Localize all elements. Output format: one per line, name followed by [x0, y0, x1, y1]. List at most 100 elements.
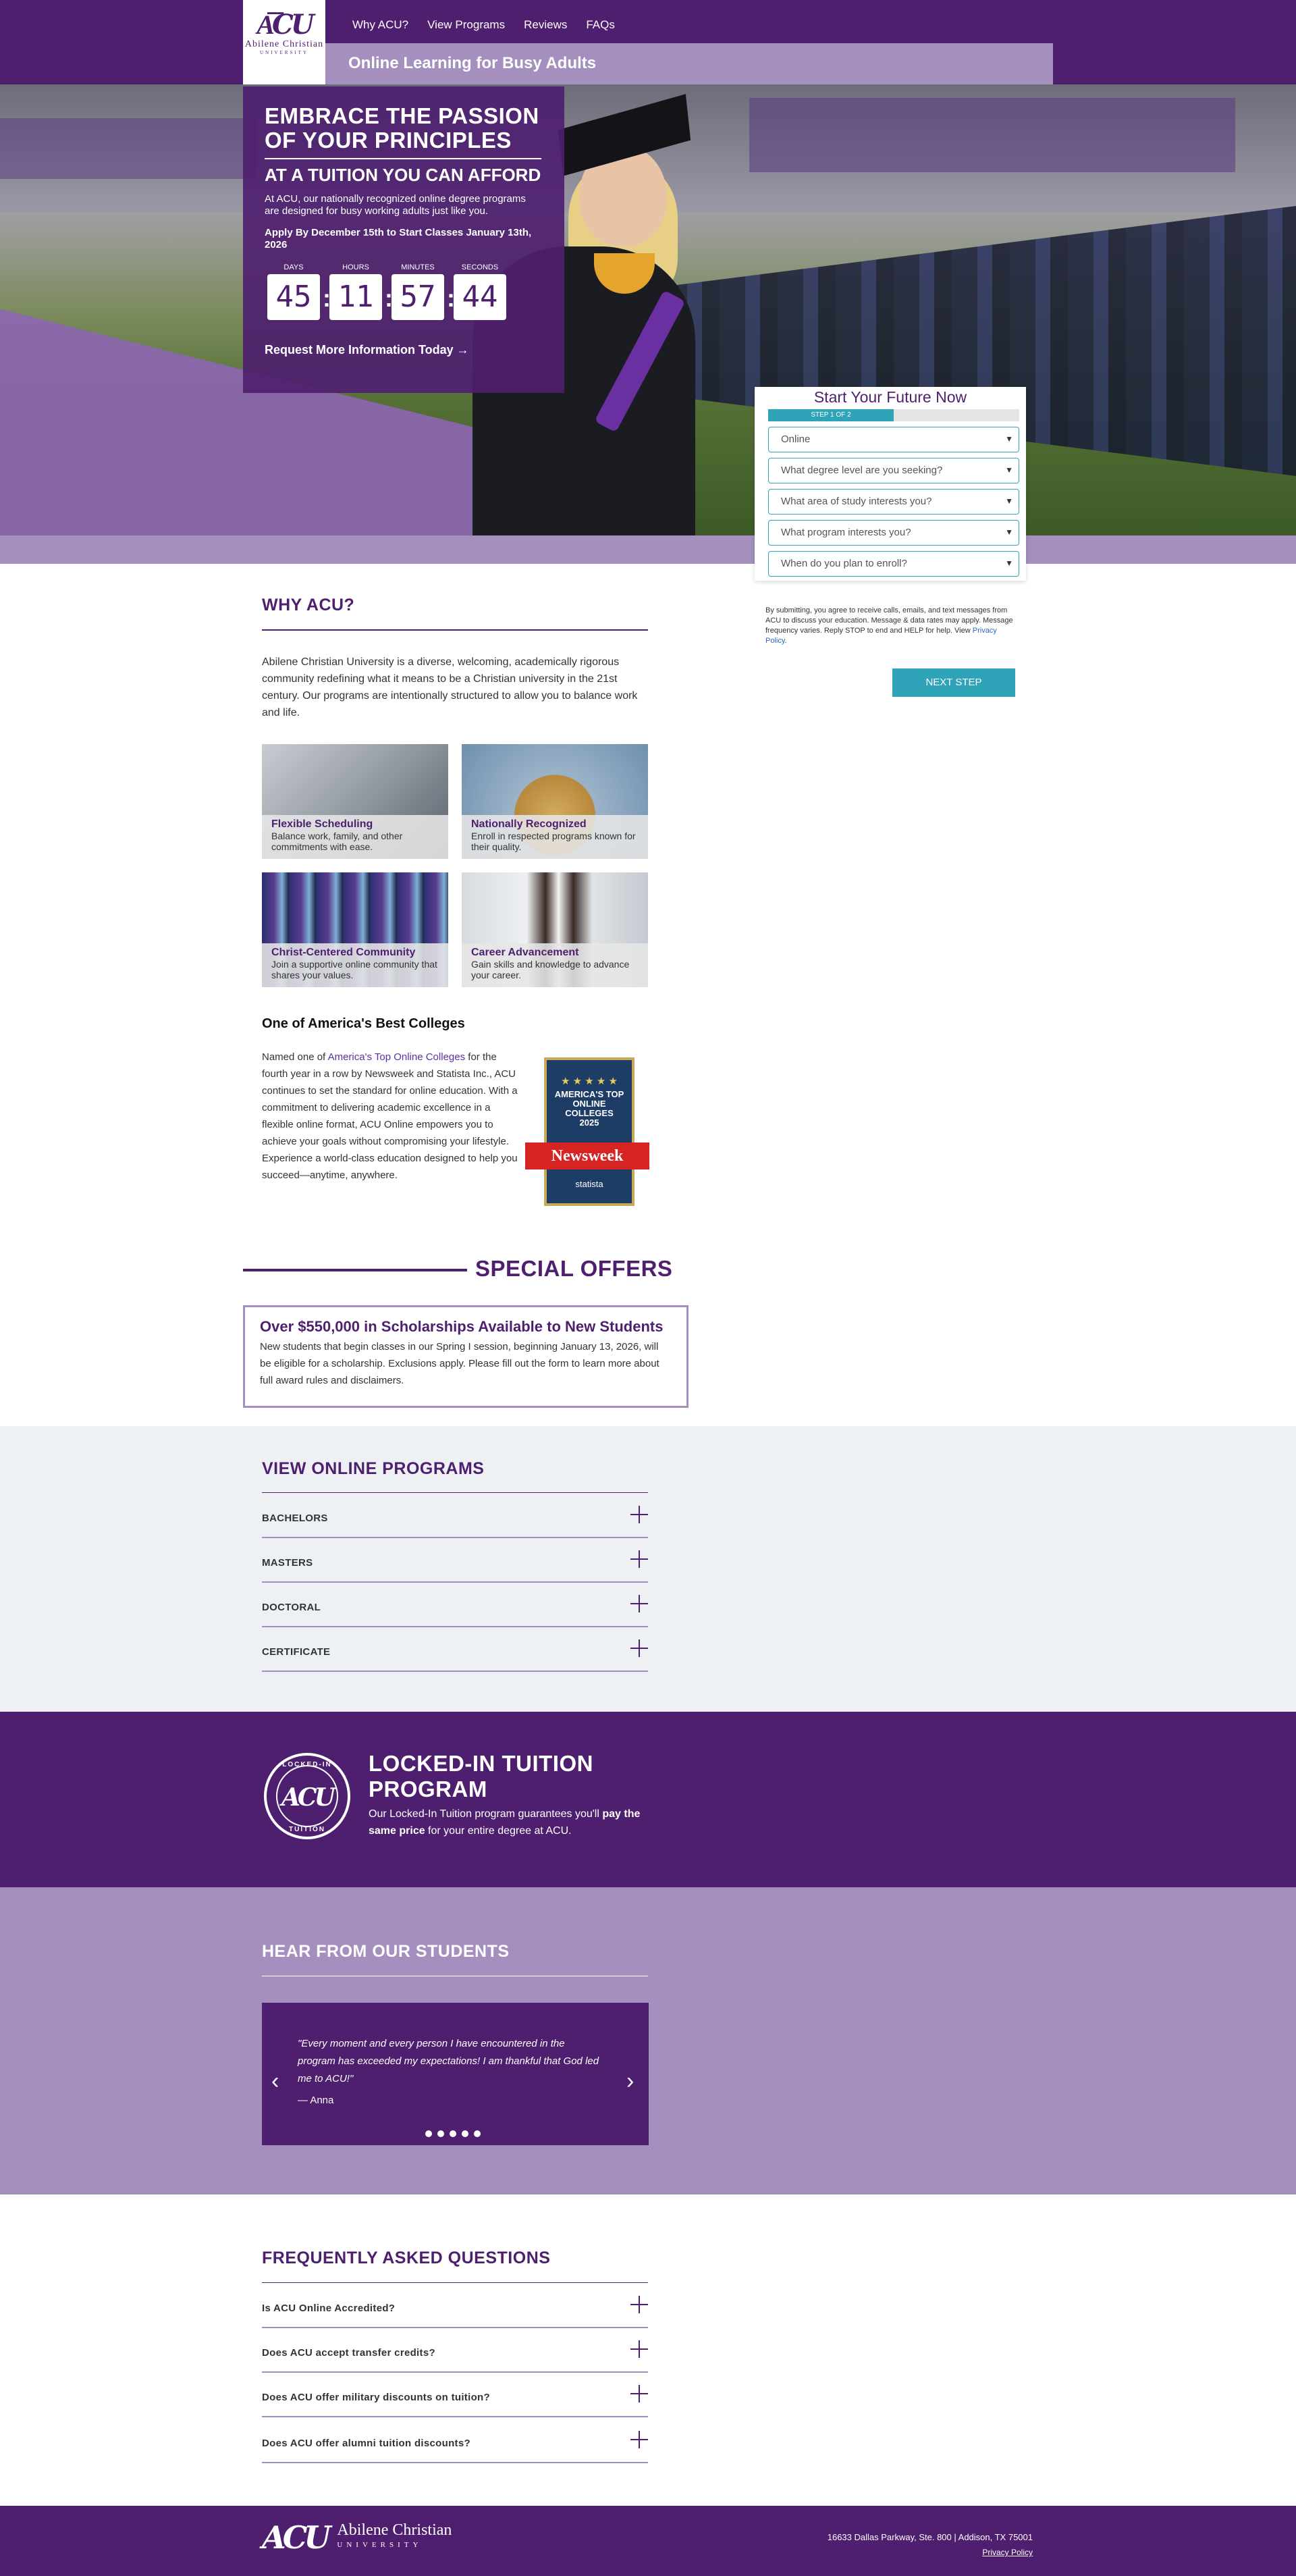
- accordion-label: DOCTORAL: [262, 1602, 321, 1613]
- countdown-seconds-value: 44: [454, 274, 506, 320]
- countdown-days: DAYS 45: [265, 263, 323, 321]
- lead-form: Start Your Future Now STEP 1 OF 2 Online…: [755, 387, 1026, 581]
- plus-icon: [630, 2340, 648, 2358]
- hero-promo-box: EMBRACE THE PASSION OF YOUR PRINCIPLES A…: [243, 86, 564, 393]
- carousel-dot[interactable]: [450, 2130, 456, 2137]
- faq-military-discounts[interactable]: Does ACU offer military discounts on tui…: [262, 2373, 648, 2417]
- best-colleges-pre: Named one of: [262, 1051, 328, 1063]
- degree-level-select[interactable]: What degree level are you seeking? ▼: [768, 458, 1019, 483]
- nav-view-programs[interactable]: View Programs: [427, 18, 505, 32]
- hero-bottom-band: [0, 535, 1296, 564]
- badge-ribbon: Newsweek: [525, 1142, 649, 1169]
- faq-transfer-credits[interactable]: Does ACU accept transfer credits?: [262, 2328, 648, 2373]
- next-step-button[interactable]: NEXT STEP: [892, 668, 1015, 697]
- chevron-down-icon: ▼: [1005, 496, 1013, 506]
- site-header: A͞CU Abilene Christian UNIVERSITY Why AC…: [0, 0, 1296, 85]
- special-offers-title: SPECIAL OFFERS: [475, 1256, 673, 1281]
- footer-address: 16633 Dallas Parkway, Ste. 800 | Addison…: [827, 2532, 1033, 2542]
- testimonial-card: "Every moment and every person I have en…: [262, 2003, 649, 2145]
- tile-nationally-recognized: Nationally Recognized Enroll in respected…: [462, 744, 648, 859]
- hero-body: At ACU, our nationally recognized online…: [265, 193, 526, 217]
- request-info-link[interactable]: Request More Information Today →: [265, 343, 543, 357]
- countdown-hours: HOURS 11: [327, 263, 385, 321]
- carousel-next-arrow-icon[interactable]: ›: [626, 2070, 634, 2093]
- tile-title: Career Advancement: [471, 947, 579, 958]
- best-colleges-text: Named one of America's Top Online Colleg…: [262, 1049, 518, 1184]
- scholarship-text: New students that begin classes in our S…: [260, 1341, 659, 1386]
- tile-caption: Nationally Recognized Enroll in respected…: [462, 815, 648, 859]
- program-select[interactable]: What program interests you? ▼: [768, 520, 1019, 546]
- tile-title: Christ-Centered Community: [271, 947, 416, 958]
- tile-christ-centered-community: Christ-Centered Community Join a supporti…: [262, 872, 448, 987]
- hero-section: [0, 84, 1296, 535]
- seal-bottom-text: TUITION: [289, 1826, 325, 1833]
- hero-banner-right: [749, 98, 1235, 172]
- tile-text: Join a supportive online community that …: [271, 959, 437, 980]
- carousel-dot[interactable]: [437, 2130, 444, 2137]
- chevron-down-icon: ▼: [1005, 465, 1013, 475]
- countdown-seconds: SECONDS 44: [451, 263, 509, 321]
- testimonial-author: — Anna: [298, 2095, 334, 2106]
- badge-line3: COLLEGES: [565, 1108, 614, 1118]
- accordion-label: CERTIFICATE: [262, 1646, 331, 1658]
- footer-address-block: 16633 Dallas Parkway, Ste. 800 | Addison…: [828, 2530, 1033, 2560]
- best-colleges-post: for the fourth year in a row by Newsweek…: [262, 1051, 518, 1181]
- plus-icon: [630, 1595, 648, 1612]
- why-acu-title: WHY ACU?: [262, 596, 355, 614]
- tile-text: Balance work, family, and other commitme…: [271, 831, 403, 852]
- logo-subname: UNIVERSITY: [260, 50, 308, 55]
- carousel-dot[interactable]: [425, 2130, 432, 2137]
- delivery-select-value: Online: [781, 433, 811, 445]
- accordion-bachelors[interactable]: BACHELORS: [262, 1494, 648, 1538]
- countdown-minutes-value: 57: [392, 274, 444, 320]
- form-title: Start Your Future Now: [813, 388, 967, 406]
- faq-question: Is ACU Online Accredited?: [262, 2303, 396, 2314]
- countdown-days-value: 45: [267, 274, 320, 320]
- plus-icon: [630, 1639, 648, 1657]
- nav-faqs[interactable]: FAQs: [586, 18, 615, 32]
- locked-in-text-post: for your entire degree at ACU.: [425, 1825, 572, 1837]
- accordion-certificate[interactable]: CERTIFICATE: [262, 1627, 648, 1672]
- nav-why-acu[interactable]: Why ACU?: [352, 18, 408, 32]
- footer-privacy-link[interactable]: Privacy Policy: [982, 2548, 1033, 2557]
- accordion-label: MASTERS: [262, 1557, 313, 1569]
- tile-caption: Flexible Scheduling Balance work, family,…: [262, 815, 448, 859]
- badge-text: AMERICA'S TOP ONLINE COLLEGES 2025: [544, 1090, 634, 1128]
- plus-icon: [630, 2385, 648, 2402]
- faq-accredited[interactable]: Is ACU Online Accredited?: [262, 2284, 648, 2328]
- top-online-colleges-link[interactable]: America's Top Online Colleges: [328, 1051, 466, 1063]
- accordion-masters[interactable]: MASTERS: [262, 1538, 648, 1583]
- newsweek-badge: ★ ★ ★ ★ ★ AMERICA'S TOP ONLINE COLLEGES …: [525, 1057, 649, 1207]
- carousel-dot[interactable]: [462, 2130, 468, 2137]
- form-step-progress: STEP 1 OF 2: [768, 409, 1019, 421]
- enroll-time-select[interactable]: When do you plan to enroll? ▼: [768, 551, 1019, 577]
- faq-alumni-discounts[interactable]: Does ACU offer alumni tuition discounts?: [262, 2419, 648, 2463]
- site-footer: ACU Abilene Christian UNIVERSITY 16633 Da…: [0, 2506, 1296, 2576]
- faq-title: FREQUENTLY ASKED QUESTIONS: [262, 2249, 551, 2267]
- why-acu-rule: [262, 629, 648, 631]
- accordion-doctoral[interactable]: DOCTORAL: [262, 1583, 648, 1627]
- delivery-select[interactable]: Online ▼: [768, 427, 1019, 452]
- plus-icon: [630, 1506, 648, 1523]
- hero-banner-left: [0, 118, 256, 179]
- tile-caption: Christ-Centered Community Join a supporti…: [262, 943, 448, 987]
- logo-mark: A͞CU: [256, 9, 314, 41]
- acu-logo[interactable]: A͞CU Abilene Christian UNIVERSITY: [243, 0, 325, 85]
- consent-end: .: [784, 637, 787, 645]
- scholarship-headline: Over $550,000 in Scholarships Available …: [260, 1318, 664, 1335]
- carousel-dot[interactable]: [474, 2130, 481, 2137]
- degree-level-select-value: What degree level are you seeking?: [781, 465, 943, 476]
- countdown-hours-label: HOURS: [342, 263, 369, 271]
- scholarship-offer: Over $550,000 in Scholarships Available …: [243, 1305, 688, 1408]
- logo-name: Abilene Christian: [244, 39, 324, 49]
- footer-logo-name-text: Abilene Christian: [337, 2521, 452, 2539]
- hero-headline-line2: OF YOUR PRINCIPLES: [265, 128, 512, 153]
- nav-reviews[interactable]: Reviews: [524, 18, 567, 32]
- hero-headline: EMBRACE THE PASSION OF YOUR PRINCIPLES: [265, 104, 543, 153]
- footer-logo[interactable]: ACU Abilene Christian UNIVERSITY: [262, 2519, 452, 2556]
- study-area-select[interactable]: What area of study interests you? ▼: [768, 489, 1019, 515]
- enroll-time-select-value: When do you plan to enroll?: [781, 558, 907, 569]
- locked-in-title: LOCKED-IN TUITION PROGRAM: [369, 1751, 593, 1802]
- program-select-value: What program interests you?: [781, 527, 911, 538]
- carousel-prev-arrow-icon[interactable]: ‹: [271, 2070, 279, 2093]
